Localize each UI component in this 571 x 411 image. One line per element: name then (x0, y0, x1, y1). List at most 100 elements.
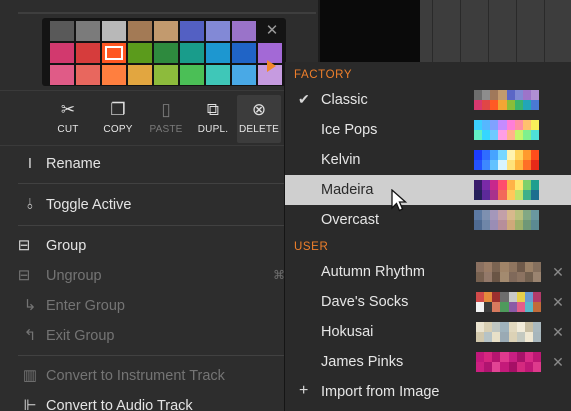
track-context-menu: ✕ ✂ CUT ❐ COPY ▯ PASTE ⧉ DUPL. ⊗ DELETE … (0, 0, 318, 411)
color-swatch[interactable] (154, 65, 178, 85)
import-from-image-label: Import from Image (321, 384, 440, 400)
cut-label: CUT (57, 124, 79, 135)
toggle-active-label: Toggle Active (46, 197, 132, 213)
palette-preview (476, 322, 541, 342)
color-swatch[interactable] (154, 43, 178, 63)
palette-item-autumn-rhythm[interactable]: Autumn Rhythm ✕ (285, 257, 571, 287)
plus-icon: + (299, 382, 309, 399)
palette-name: Dave's Socks (321, 294, 409, 310)
menu-item-enter-group[interactable]: ↳ Enter Group (0, 292, 318, 320)
palette-item-madeira[interactable]: Madeira (285, 175, 571, 205)
ungroup-icon: ⊟ (17, 267, 31, 284)
palette-submenu-arrow-icon[interactable] (267, 60, 276, 72)
palette-item-overcast[interactable]: Overcast (285, 205, 571, 235)
duplicate-button[interactable]: ⧉ DUPL. (191, 95, 235, 143)
enter-group-label: Enter Group (46, 298, 125, 314)
factory-section-header: FACTORY (294, 69, 353, 81)
menu-item-rename[interactable]: I Rename (0, 150, 318, 178)
menu-item-group[interactable]: ⊟ Group (0, 232, 318, 260)
palette-submenu: FACTORY ✔ Classic Ice Pops Kelvin Madeira Ove… (284, 62, 571, 411)
palette-name: James Pinks (321, 354, 404, 370)
color-swatch[interactable] (232, 21, 256, 41)
remove-palette-icon[interactable]: ✕ (551, 263, 565, 281)
paste-button[interactable]: ▯ PASTE (144, 95, 188, 143)
color-swatch[interactable] (128, 65, 152, 85)
color-swatch[interactable] (76, 21, 100, 41)
palette-item-james-pinks[interactable]: James Pinks ✕ (285, 347, 571, 377)
remove-palette-icon[interactable]: ✕ (551, 353, 565, 371)
menu-divider (18, 225, 316, 226)
duplicate-icon: ⧉ (206, 100, 220, 119)
edit-actions-row: ✂ CUT ❐ COPY ▯ PASTE ⧉ DUPL. ⊗ DELETE (0, 90, 318, 146)
exit-group-label: Exit Group (46, 328, 115, 344)
color-swatch[interactable] (76, 65, 100, 85)
user-section-header: USER (294, 241, 329, 253)
rename-label: Rename (46, 156, 101, 172)
palette-name: Autumn Rhythm (321, 264, 425, 280)
delete-button[interactable]: ⊗ DELETE (237, 95, 281, 143)
instrument-track-icon: ▥ (22, 367, 38, 384)
arrangement-clip-area (320, 0, 420, 70)
palette-name: Hokusai (321, 324, 374, 340)
color-swatch-grid (50, 21, 282, 85)
color-swatch[interactable] (206, 43, 230, 63)
color-swatch[interactable] (180, 43, 204, 63)
color-swatch[interactable] (206, 21, 230, 41)
color-swatch[interactable] (232, 43, 256, 63)
palette-item-classic[interactable]: ✔ Classic (285, 85, 571, 115)
copy-button[interactable]: ❐ COPY (96, 95, 140, 143)
arrangement-grid (420, 0, 571, 70)
menu-divider (18, 355, 316, 356)
color-swatch[interactable] (50, 65, 74, 85)
palette-item-kelvin[interactable]: Kelvin (285, 145, 571, 175)
remove-palette-icon[interactable]: ✕ (551, 323, 565, 341)
copy-label: COPY (103, 124, 133, 135)
import-from-image-item[interactable]: + Import from Image (285, 377, 571, 407)
menu-item-toggle-active[interactable]: ⫰ Toggle Active (0, 191, 318, 219)
remove-palette-icon[interactable]: ✕ (551, 293, 565, 311)
color-swatch[interactable] (154, 21, 178, 41)
text-cursor-icon: I (27, 155, 33, 172)
mouse-cursor-icon (391, 189, 408, 212)
cut-button[interactable]: ✂ CUT (46, 95, 90, 143)
checkmark-icon: ✔ (298, 91, 310, 107)
convert-instrument-label: Convert to Instrument Track (46, 368, 225, 384)
menu-item-exit-group[interactable]: ↰ Exit Group (0, 322, 318, 350)
delete-label: DELETE (238, 124, 280, 135)
ungroup-label: Ungroup (46, 268, 102, 284)
palette-name: Madeira (321, 182, 374, 198)
color-swatch[interactable] (50, 43, 74, 63)
palette-name: Classic (321, 92, 368, 108)
color-swatch[interactable] (180, 21, 204, 41)
duplicate-label: DUPL. (197, 124, 229, 135)
palette-item-hokusai[interactable]: Hokusai ✕ (285, 317, 571, 347)
color-swatch[interactable] (102, 21, 126, 41)
color-swatch[interactable] (128, 21, 152, 41)
close-icon[interactable]: ✕ (263, 22, 281, 40)
palette-preview (474, 150, 539, 170)
copy-icon: ❐ (110, 100, 126, 119)
palette-item-dave-s-socks[interactable]: Dave's Socks ✕ (285, 287, 571, 317)
color-swatch[interactable] (76, 43, 100, 63)
palette-preview (476, 262, 541, 282)
palette-preview (474, 180, 539, 200)
scissors-icon: ✂ (60, 100, 76, 119)
color-swatch[interactable] (180, 65, 204, 85)
color-swatch[interactable] (232, 65, 256, 85)
menu-item-convert-audio[interactable]: ⊩ Convert to Audio Track (0, 392, 318, 411)
menu-item-convert-instrument[interactable]: ▥ Convert to Instrument Track (0, 362, 318, 390)
color-swatch[interactable] (102, 65, 126, 85)
palette-preview (474, 120, 539, 140)
toggle-active-icon: ⫰ (26, 196, 34, 213)
color-swatch[interactable] (206, 65, 230, 85)
palette-item-ice-pops[interactable]: Ice Pops (285, 115, 571, 145)
convert-audio-label: Convert to Audio Track (46, 398, 193, 411)
color-swatch[interactable] (102, 43, 126, 63)
color-swatch[interactable] (50, 21, 74, 41)
color-swatch[interactable] (128, 43, 152, 63)
palette-preview (474, 90, 539, 110)
menu-item-ungroup[interactable]: ⊟ Ungroup ⌘ (0, 262, 318, 290)
group-label: Group (46, 238, 87, 254)
exit-group-icon: ↰ (23, 327, 37, 344)
group-icon: ⊟ (17, 237, 31, 254)
